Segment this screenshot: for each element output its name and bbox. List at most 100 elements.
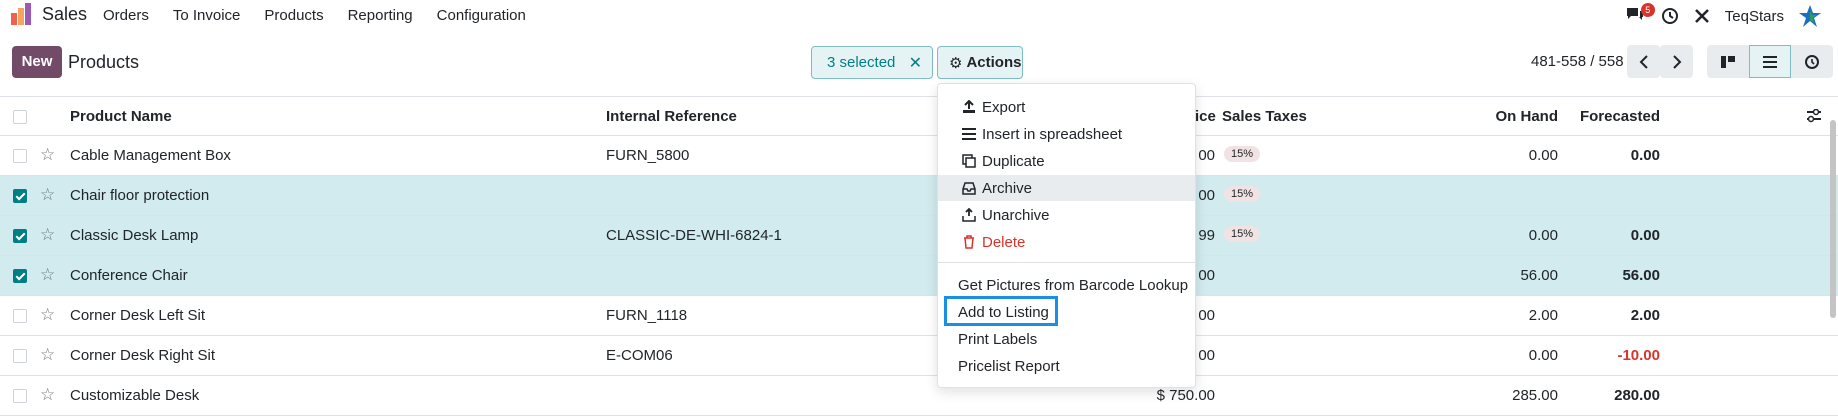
table-row[interactable]: ☆ Cable Management Box FURN_5800 00 15% … (0, 136, 1838, 176)
focus-highlight (944, 296, 1058, 326)
list-view-button[interactable] (1749, 45, 1791, 78)
list-icon (1763, 55, 1777, 68)
table-row[interactable]: ☆ Corner Desk Left Sit FURN_1118 00 2.00… (0, 296, 1838, 336)
menu-item-unarchive[interactable]: Unarchive (938, 202, 1195, 228)
menu-configuration[interactable]: Configuration (437, 7, 526, 24)
star-icon[interactable]: ☆ (40, 265, 55, 285)
on-hand: 0.00 (1528, 227, 1558, 244)
selection-counter[interactable]: 3 selected ✕ (811, 46, 933, 79)
table-row[interactable]: ☆ Classic Desk Lamp CLASSIC-DE-WHI-6824-… (0, 216, 1838, 256)
header-internal-reference[interactable]: Internal Reference (606, 108, 737, 125)
star-icon[interactable]: ☆ (40, 385, 55, 405)
menu-to-invoice[interactable]: To Invoice (173, 7, 241, 24)
table-row[interactable]: ☆ Customizable Desk $ 750.00 285.00 280.… (0, 376, 1838, 416)
row-checkbox[interactable] (13, 189, 27, 203)
star-icon[interactable]: ☆ (40, 225, 55, 245)
row-checkbox[interactable] (13, 349, 27, 363)
activity-view-button[interactable] (1791, 45, 1833, 78)
tax-badge: 15% (1224, 186, 1261, 202)
kanban-icon (1721, 55, 1735, 68)
tax-badge: 15% (1224, 226, 1261, 242)
internal-reference: FURN_5800 (606, 147, 690, 164)
actions-button[interactable]: ⚙ Actions (937, 46, 1023, 79)
close-icon[interactable]: ✕ (909, 53, 922, 73)
table-row[interactable]: ☆ Corner Desk Right Sit E-COM06 00 0.00 … (0, 336, 1838, 376)
on-hand: 0.00 (1528, 347, 1558, 364)
menu-orders[interactable]: Orders (103, 7, 149, 24)
menu-item-get-pictures-from-barcode-lookup[interactable]: Get Pictures from Barcode Lookup (938, 272, 1195, 298)
selected-count: 3 selected (827, 54, 896, 71)
new-button[interactable]: New (12, 46, 62, 78)
export-icon (960, 100, 978, 114)
sales-app-icon[interactable] (10, 3, 34, 25)
row-checkbox[interactable] (13, 309, 27, 323)
actions-label: Actions (966, 54, 1022, 71)
company-name[interactable]: TeqStars (1725, 8, 1784, 25)
gear-icon: ⚙ (949, 54, 963, 72)
avatar[interactable] (1798, 4, 1822, 28)
trash-icon (960, 235, 978, 249)
on-hand: 56.00 (1520, 267, 1558, 284)
menu-item-archive[interactable]: Archive (938, 175, 1195, 201)
kanban-view-button[interactable] (1707, 45, 1749, 78)
forecasted: 2.00 (1630, 307, 1660, 324)
select-all-checkbox[interactable] (13, 110, 27, 124)
pager-next-button[interactable] (1660, 45, 1693, 78)
forecasted: -10.00 (1617, 347, 1660, 364)
clock-icon (1805, 54, 1819, 69)
tools-icon[interactable] (1693, 7, 1711, 25)
header-on-hand[interactable]: On Hand (1480, 108, 1559, 125)
menu-reporting[interactable]: Reporting (348, 7, 413, 24)
copy-icon (960, 154, 978, 168)
pager-previous-button[interactable] (1627, 45, 1660, 78)
header-product-name[interactable]: Product Name (70, 108, 172, 125)
sales-price: $ 750.00 (1156, 387, 1215, 404)
systray: 5 TeqStars (1625, 3, 1822, 28)
optional-columns-icon[interactable] (1806, 109, 1822, 123)
star-icon[interactable]: ☆ (40, 185, 55, 205)
header-forecasted[interactable]: Forecasted (1560, 108, 1660, 125)
product-name: Corner Desk Left Sit (70, 307, 206, 324)
forecasted: 0.00 (1630, 147, 1660, 164)
menu-item-duplicate[interactable]: Duplicate (938, 148, 1195, 174)
unarchive-icon (960, 208, 978, 222)
row-checkbox[interactable] (13, 269, 27, 283)
star-icon[interactable]: ☆ (40, 305, 55, 325)
tax-badge: 15% (1224, 146, 1261, 162)
on-hand: 2.00 (1528, 307, 1558, 324)
clock-icon[interactable] (1661, 7, 1679, 25)
actions-dropdown: Export Insert in spreadsheet Duplicate A… (937, 83, 1196, 388)
internal-reference: E-COM06 (606, 347, 673, 364)
internal-reference: FURN_1118 (606, 307, 688, 324)
chat-badge: 5 (1640, 3, 1655, 17)
on-hand: 0.00 (1528, 147, 1558, 164)
table-row[interactable]: ☆ Conference Chair 00 56.00 56.00 (0, 256, 1838, 296)
star-icon[interactable]: ☆ (40, 345, 55, 365)
menu-item-print-labels[interactable]: Print Labels (938, 326, 1195, 352)
menu-item-export[interactable]: Export (938, 94, 1195, 120)
forecasted: 0.00 (1630, 227, 1660, 244)
menu-item-insert-in-spreadsheet[interactable]: Insert in spreadsheet (938, 121, 1195, 147)
forecasted: 280.00 (1614, 387, 1660, 404)
row-checkbox[interactable] (13, 389, 27, 403)
row-checkbox[interactable] (13, 149, 27, 163)
menu-item-pricelist-report[interactable]: Pricelist Report (938, 353, 1195, 379)
header-sales-taxes[interactable]: Sales Taxes (1222, 108, 1307, 125)
chevron-left-icon (1639, 54, 1648, 69)
pager-value[interactable]: 481-558 / 558 (1531, 53, 1624, 70)
archive-icon (960, 181, 978, 195)
product-name: Customizable Desk (70, 387, 200, 404)
app-brand[interactable]: Sales (42, 4, 87, 25)
header-sales-price[interactable]: ice (1195, 108, 1216, 125)
menu-item-delete[interactable]: Delete (938, 229, 1195, 255)
chevron-right-icon (1672, 54, 1681, 69)
on-hand: 285.00 (1512, 387, 1558, 404)
table-row[interactable]: ☆ Chair floor protection 00 15% (0, 176, 1838, 216)
star-icon[interactable]: ☆ (40, 145, 55, 165)
messaging-button[interactable]: 5 (1625, 3, 1655, 26)
product-name: Chair floor protection (70, 187, 210, 204)
row-checkbox[interactable] (13, 229, 27, 243)
menu-products[interactable]: Products (264, 7, 323, 24)
product-name: Corner Desk Right Sit (70, 347, 216, 364)
scrollbar[interactable] (1830, 120, 1836, 318)
